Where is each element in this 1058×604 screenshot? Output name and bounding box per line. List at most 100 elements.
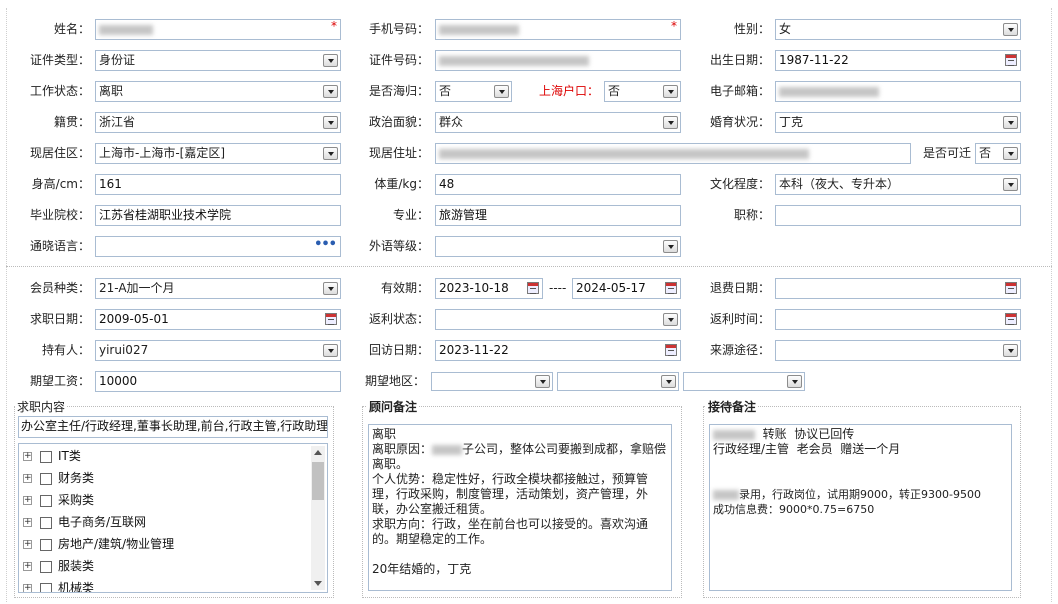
height-field[interactable]: 161: [95, 174, 341, 195]
checkbox-icon[interactable]: [40, 582, 52, 592]
chevron-down-icon[interactable]: [494, 85, 509, 98]
note-text: 录用，行政岗位，试用期9000，转正9300-9500: [739, 488, 981, 501]
chevron-down-icon[interactable]: [323, 344, 338, 357]
education-select[interactable]: 本科（夜大、专升本）: [775, 174, 1021, 195]
checkbox-icon[interactable]: [40, 560, 52, 573]
job-date-value: 2009-05-01: [99, 312, 169, 326]
holder-select[interactable]: yirui027: [95, 340, 341, 361]
tree-item[interactable]: + 机械类: [23, 578, 94, 592]
plus-icon[interactable]: +: [23, 540, 32, 549]
chevron-down-icon[interactable]: [323, 54, 338, 67]
tree-scrollbar[interactable]: [311, 446, 325, 590]
name-field[interactable]: *: [95, 19, 341, 40]
calendar-icon[interactable]: [665, 282, 677, 294]
chevron-down-icon[interactable]: [323, 85, 338, 98]
plus-icon[interactable]: +: [23, 452, 32, 461]
plus-icon[interactable]: +: [23, 584, 32, 592]
plus-icon[interactable]: +: [23, 474, 32, 483]
language-label: 通晓语言：: [29, 239, 90, 253]
plus-icon[interactable]: +: [23, 496, 32, 505]
rebate-status-select[interactable]: [435, 309, 681, 330]
reception-notes-textarea[interactable]: 转账 协议已回传 行政经理/主管 老会员 赠送一个月 录用，行政岗位，试用期9000…: [709, 424, 1012, 591]
weight-field[interactable]: 48: [435, 174, 681, 195]
valid-to-field[interactable]: 2024-05-17: [572, 278, 681, 299]
refund-date-field[interactable]: [775, 278, 1021, 299]
checkbox-icon[interactable]: [40, 494, 52, 507]
region-district-select[interactable]: [683, 372, 805, 391]
valid-from-field[interactable]: 2023-10-18: [435, 278, 543, 299]
job-date-field[interactable]: 2009-05-01: [95, 309, 341, 330]
native-select[interactable]: 浙江省: [95, 112, 341, 133]
chevron-down-icon[interactable]: [1003, 116, 1018, 129]
gender-select[interactable]: 女: [775, 19, 1021, 40]
member-type-select[interactable]: 21-A加一个月: [95, 278, 341, 299]
chevron-down-icon[interactable]: [323, 282, 338, 295]
chevron-down-icon[interactable]: [323, 147, 338, 160]
chevron-down-icon[interactable]: [535, 375, 550, 388]
calendar-icon[interactable]: [527, 282, 539, 294]
hukou-select[interactable]: 否: [604, 81, 681, 102]
email-field[interactable]: [775, 81, 1021, 102]
calendar-icon[interactable]: [1005, 313, 1017, 325]
calendar-icon[interactable]: [1005, 282, 1017, 294]
checkbox-icon[interactable]: [40, 472, 52, 485]
scroll-thumb[interactable]: [312, 462, 324, 500]
hukou-label: 上海户口：: [538, 84, 599, 98]
advisor-notes-textarea[interactable]: 离职 离职原因： 子公司，整体公司要搬到成都，拿赔偿离职。 个人优势：稳定性好，行政全…: [368, 424, 672, 591]
chevron-down-icon[interactable]: [663, 313, 678, 326]
phone-field[interactable]: *: [435, 19, 681, 40]
rebate-time-field[interactable]: [775, 309, 1021, 330]
address-field[interactable]: [435, 143, 911, 164]
checkbox-icon[interactable]: [40, 538, 52, 551]
tree-item[interactable]: + 采购类: [23, 490, 94, 510]
gender-value: 女: [779, 22, 792, 36]
scroll-down-icon[interactable]: [314, 581, 322, 586]
job-summary-field[interactable]: 办公室主任/行政经理,董事长助理,前台,行政主管,行政助理: [18, 416, 328, 438]
major-field[interactable]: 旅游管理: [435, 205, 681, 226]
birth-date-field[interactable]: 1987-11-22: [775, 50, 1021, 71]
chevron-down-icon[interactable]: [787, 375, 802, 388]
school-field[interactable]: 江苏省桂湖职业技术学院: [95, 205, 341, 226]
chevron-down-icon[interactable]: [661, 375, 676, 388]
foreign-select[interactable]: [435, 236, 681, 257]
job-content-title: 求职内容: [15, 398, 68, 415]
region-province-select[interactable]: [431, 372, 553, 391]
chevron-down-icon[interactable]: [323, 116, 338, 129]
returnee-select[interactable]: 否: [435, 81, 512, 102]
marital-select[interactable]: 丁克: [775, 112, 1021, 133]
plus-icon[interactable]: +: [23, 562, 32, 571]
tree-item[interactable]: + 服装类: [23, 556, 94, 576]
chevron-down-icon[interactable]: [1003, 23, 1018, 36]
chevron-down-icon[interactable]: [663, 85, 678, 98]
visit-date-field[interactable]: 2023-11-22: [435, 340, 681, 361]
checkbox-icon[interactable]: [40, 516, 52, 529]
relocate-select[interactable]: 否: [975, 143, 1021, 164]
job-category-tree[interactable]: + IT类 + 财务类 + 采购类 + 电子商务/互联网 + 房地产/建筑/物业管理 + 服…: [18, 443, 328, 593]
tree-item[interactable]: + IT类: [23, 446, 81, 466]
source-select[interactable]: [775, 340, 1021, 361]
id-number-field[interactable]: [435, 50, 681, 71]
calendar-icon[interactable]: [1005, 54, 1017, 66]
plus-icon[interactable]: +: [23, 518, 32, 527]
checkbox-icon[interactable]: [40, 450, 52, 463]
tree-item[interactable]: + 房地产/建筑/物业管理: [23, 534, 174, 554]
title-field[interactable]: [775, 205, 1021, 226]
more-icon[interactable]: •••: [314, 237, 337, 254]
calendar-icon[interactable]: [325, 313, 337, 325]
tree-item[interactable]: + 电子商务/互联网: [23, 512, 146, 532]
tree-item[interactable]: + 财务类: [23, 468, 94, 488]
language-field[interactable]: •••: [95, 236, 341, 257]
scroll-up-icon[interactable]: [314, 450, 322, 455]
chevron-down-icon[interactable]: [663, 116, 678, 129]
political-select[interactable]: 群众: [435, 112, 681, 133]
region-city-select[interactable]: [557, 372, 679, 391]
chevron-down-icon[interactable]: [1003, 178, 1018, 191]
id-type-select[interactable]: 身份证: [95, 50, 341, 71]
salary-field[interactable]: 10000: [95, 371, 341, 392]
chevron-down-icon[interactable]: [663, 240, 678, 253]
chevron-down-icon[interactable]: [1003, 147, 1018, 160]
district-select[interactable]: 上海市-上海市-[嘉定区]: [95, 143, 341, 164]
chevron-down-icon[interactable]: [1003, 344, 1018, 357]
calendar-icon[interactable]: [665, 344, 677, 356]
work-status-select[interactable]: 离职: [95, 81, 341, 102]
